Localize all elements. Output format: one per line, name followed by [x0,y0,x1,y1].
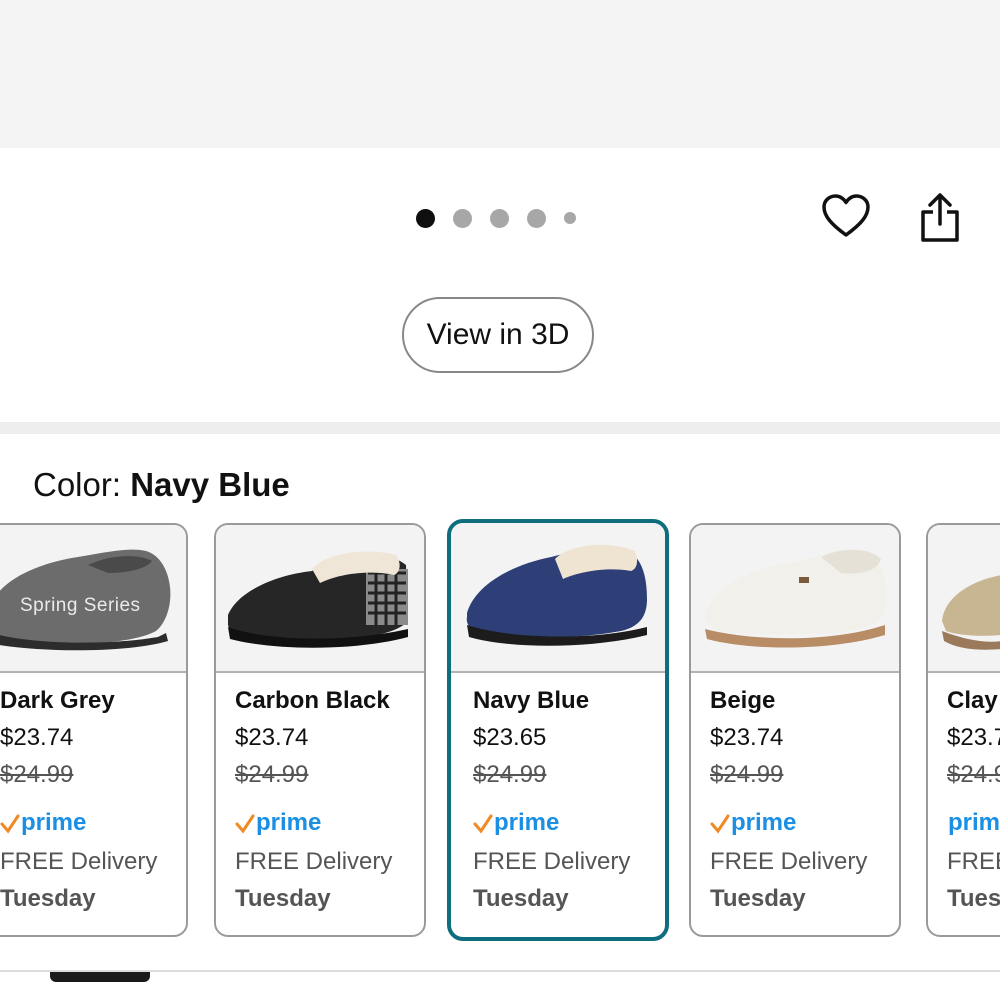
swatch-name: Beige [710,687,776,714]
swatch-price: $23.65 [473,724,547,751]
delivery-text: FREE Delivery [473,848,631,875]
prime-badge: prime [0,801,182,845]
share-icon [921,193,959,242]
color-selector-label: Color: Navy Blue [33,466,290,504]
swatch-price: $23.74 [710,724,784,751]
view-in-3d-button[interactable]: View in 3D [402,297,594,373]
color-swatch-clay[interactable]: Clay $23.74 $24.99 prime FREE Delivery T… [926,523,1000,937]
delivery-day: Tuesday [0,885,96,912]
swatch-name: Clay [947,687,998,714]
share-button[interactable] [914,190,966,246]
prime-check-icon [473,814,493,834]
swatch-name: Dark Grey [0,687,115,714]
section-divider [0,422,1000,434]
delivery-day: Tuesday [710,885,806,912]
swatch-list-price: $24.99 [710,761,784,788]
delivery-day: Tuesday [947,885,1000,912]
delivery-text: FREE Delivery [0,848,158,875]
prime-check-icon [0,814,20,834]
swatch-list-price: $24.99 [473,761,547,788]
swatch-image-beige [691,525,899,673]
swatch-list-price: $24.99 [235,761,309,788]
delivery-text: FREE Delivery [235,848,393,875]
prime-badge: prime [948,809,1000,836]
swatch-list-price: $24.99 [0,761,74,788]
swatch-price: $23.74 [947,724,1000,751]
bottom-panel [0,970,1000,1002]
carousel-dot-3[interactable] [490,208,509,228]
swatch-name: Carbon Black [235,687,390,714]
favorite-button[interactable] [820,190,872,242]
delivery-day: Tuesday [235,885,331,912]
prime-badge: prime [710,801,895,845]
carousel-dot-1[interactable] [416,208,435,228]
delivery-text: FREE Delivery [947,848,1000,875]
carousel-dot-5[interactable] [564,212,576,224]
swatch-image-clay [928,525,1000,673]
swatch-image-carbon-black [216,525,424,673]
color-swatch-beige[interactable]: Beige $23.74 $24.99 prime FREE Delivery … [689,523,901,937]
carousel-dot-2[interactable] [453,208,472,228]
prime-check-icon [235,814,255,834]
carousel-dots [416,208,576,228]
prime-badge: prime [235,801,420,845]
swatch-list-price: $24.99 [947,761,1000,788]
spring-series-label: Spring Series [20,595,141,616]
swatch-image-navy-blue [451,523,665,673]
carousel-dot-4[interactable] [527,208,546,228]
delivery-text: FREE Delivery [710,848,868,875]
prime-badge: prime [473,801,661,845]
prime-check-icon [710,814,730,834]
delivery-day: Tuesday [473,885,569,912]
color-swatch-navy-blue[interactable]: Navy Blue $23.65 $24.99 prime FREE Deliv… [447,519,669,941]
swatch-price: $23.74 [235,724,309,751]
heart-icon [822,194,870,237]
swatch-name: Navy Blue [473,687,590,714]
swatch-image-dark-grey: Spring Series [0,525,186,673]
color-label-prefix: Color: [33,466,122,503]
swatch-price: $23.74 [0,724,74,751]
panel-handle[interactable] [50,972,150,982]
product-image-area[interactable] [0,0,1000,148]
color-swatch-carbon-black[interactable]: Carbon Black $23.74 $24.99 prime FREE De… [214,523,426,937]
selected-color-name: Navy Blue [130,466,290,503]
color-swatch-dark-grey[interactable]: Spring Series Dark Grey $23.74 $24.99 pr… [0,523,188,937]
